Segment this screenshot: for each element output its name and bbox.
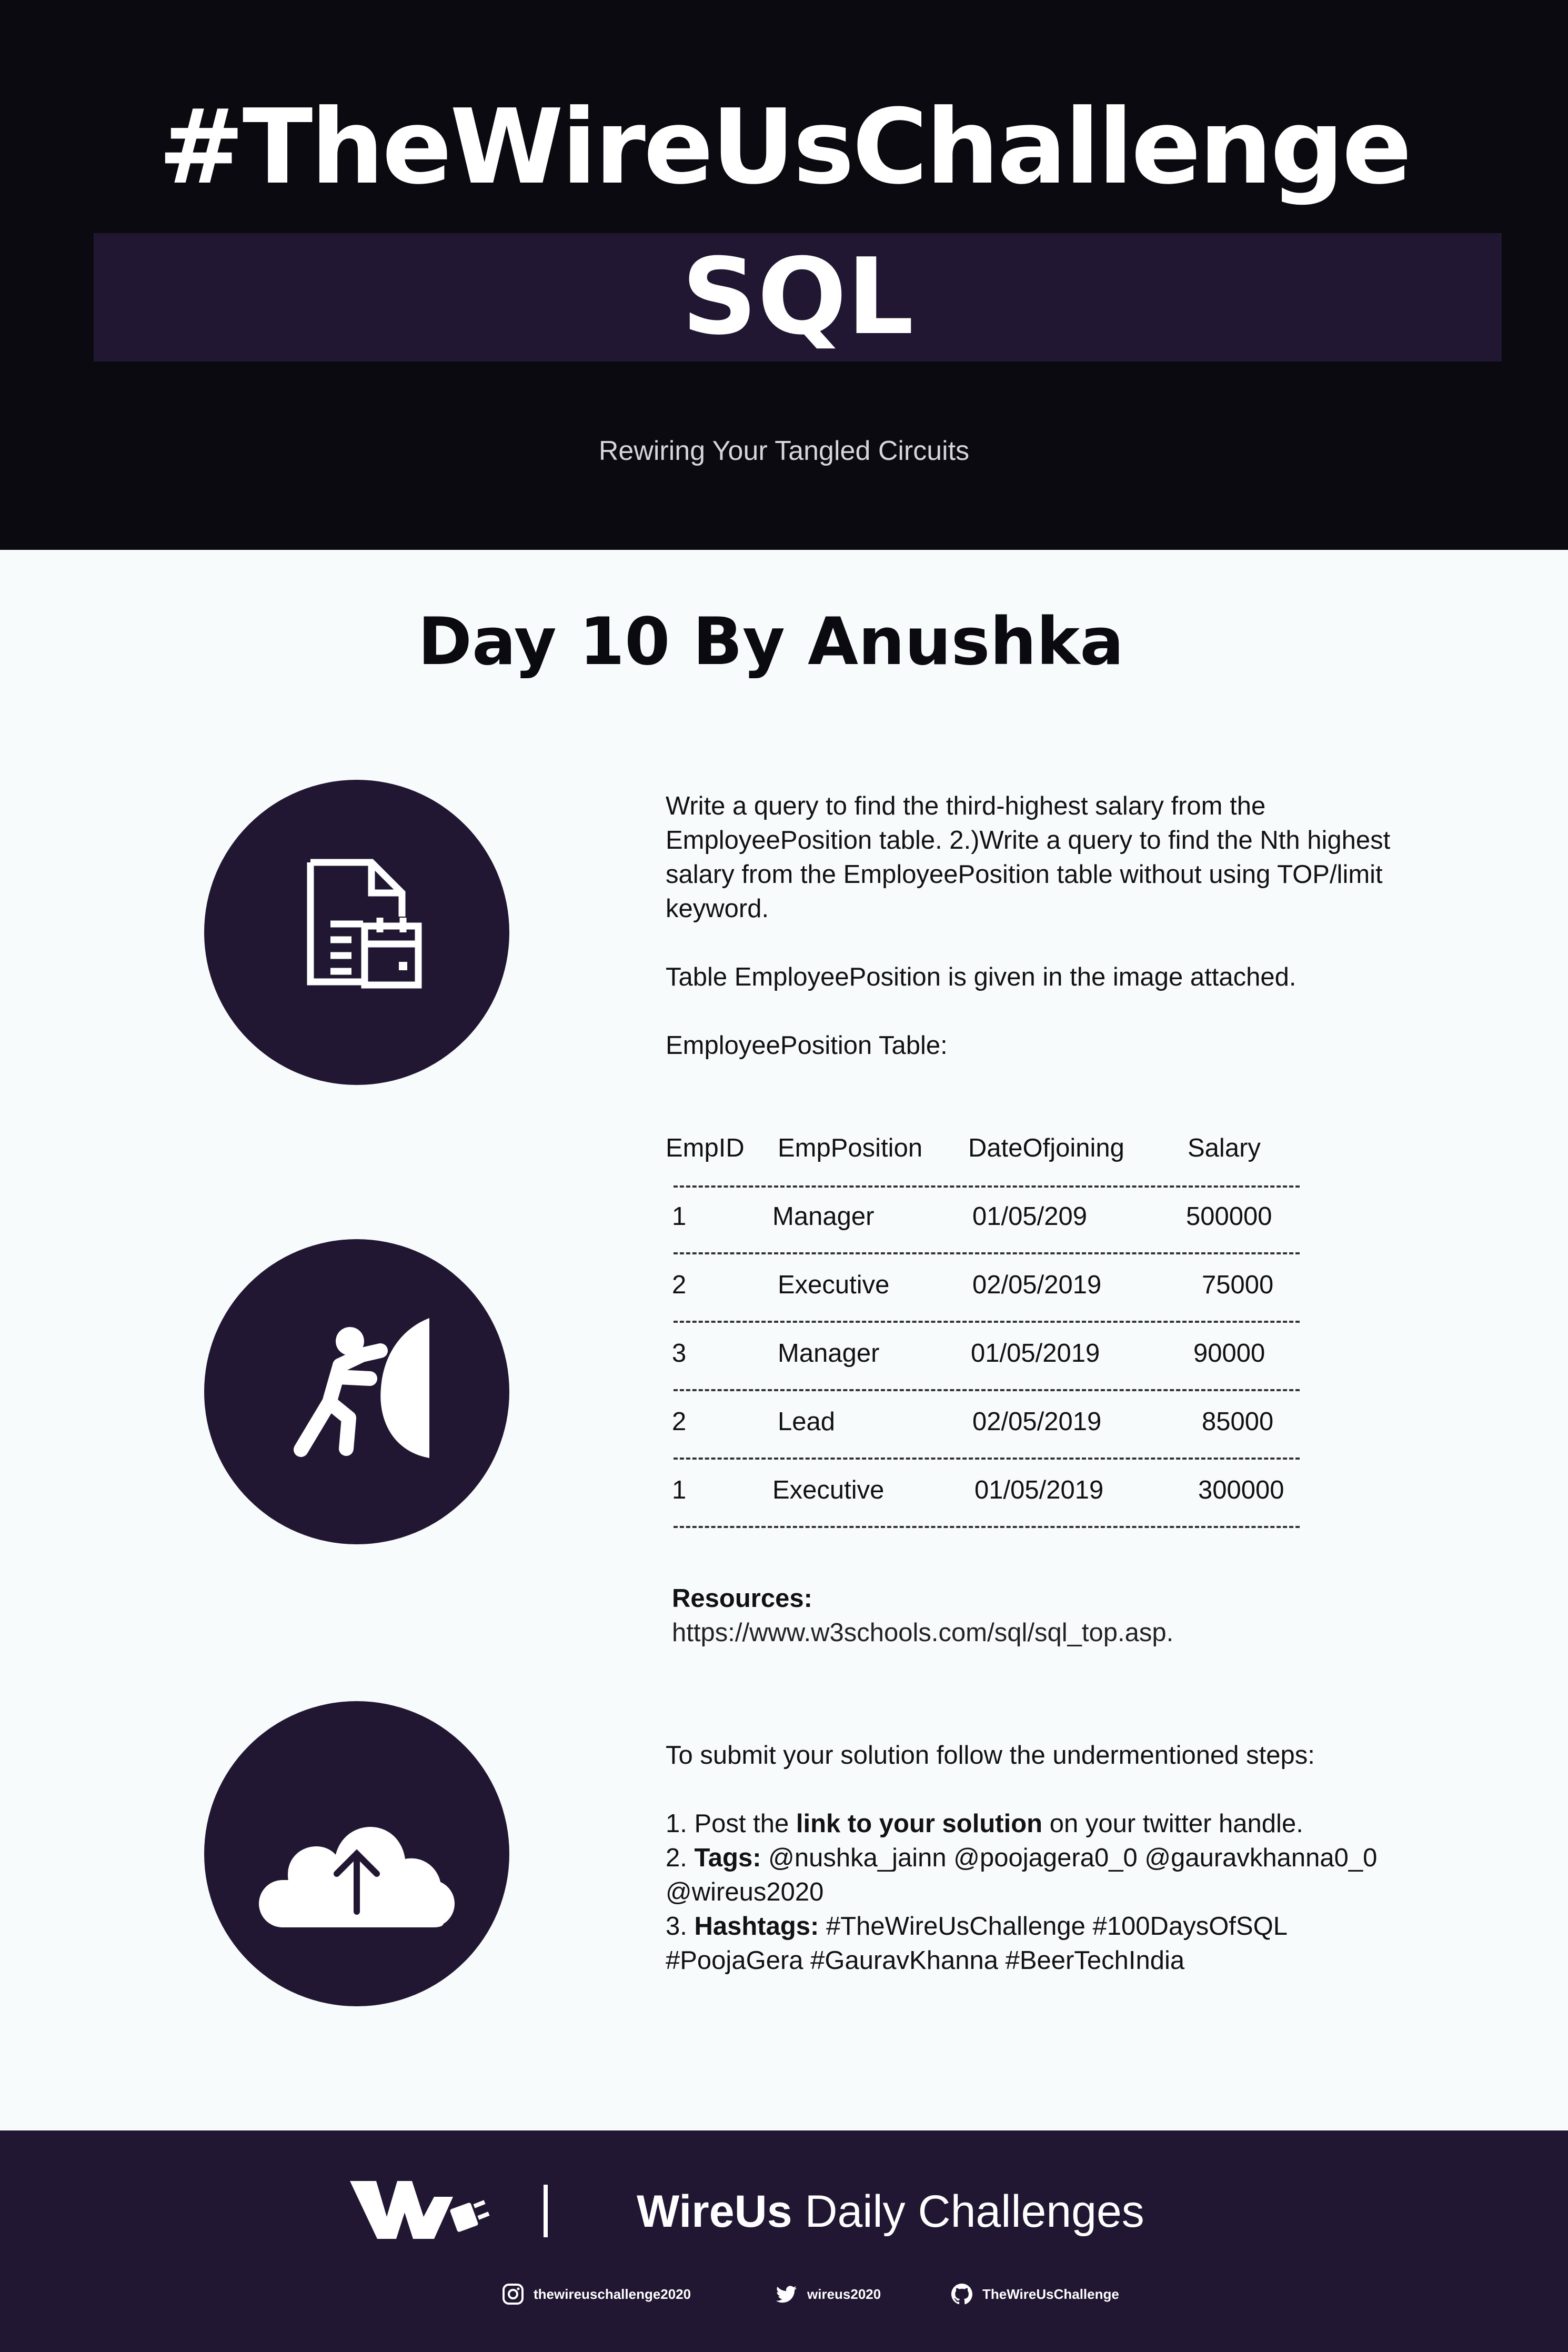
table-cell: 1 — [672, 1202, 687, 1231]
table-cell: 1 — [672, 1476, 687, 1504]
github-handle: TheWireUsChallenge — [982, 2286, 1119, 2302]
table-cell: 01/05/209 — [972, 1202, 1087, 1231]
table-divider — [674, 1321, 1300, 1323]
submit-intro: To submit your solution follow the under… — [666, 1741, 1315, 1770]
wireus-logo-mark — [350, 2181, 490, 2239]
challenge-icon-circle — [204, 1239, 509, 1544]
table-cell: Manager — [772, 1202, 875, 1231]
footer-divider — [544, 2185, 548, 2237]
day-title: Day 10 By Anushka — [418, 604, 1124, 680]
task-icon-circle — [204, 780, 509, 1085]
submit-step-3: 3. Hashtags: #TheWireUsChallenge #100Day… — [666, 1912, 1287, 1975]
submit-instructions: To submit your solution follow the under… — [666, 1738, 1423, 1978]
table-cell: 85000 — [1202, 1408, 1274, 1436]
table-caption: EmployeePosition Table: — [666, 1031, 948, 1060]
twitter-link[interactable]: wireus2020 — [775, 2282, 881, 2306]
person-pushing-wall-icon — [294, 1318, 429, 1458]
submit-step-1: 1. Post the link to your solution on you… — [666, 1810, 1303, 1838]
table-cell: 02/05/2019 — [972, 1271, 1102, 1299]
table-divider — [674, 1458, 1300, 1460]
table-cell: 500000 — [1186, 1202, 1272, 1231]
table-cell: 02/05/2019 — [972, 1408, 1102, 1436]
column-header: EmpPosition — [778, 1134, 923, 1162]
column-header: EmpID — [666, 1134, 745, 1162]
footer — [0, 2130, 1568, 2352]
table-divider — [674, 1389, 1300, 1391]
tagline: Rewiring Your Tangled Circuits — [598, 436, 970, 466]
table-divider — [674, 1252, 1300, 1254]
footer-brand: WireUs Daily Challenges — [637, 2186, 1144, 2237]
submit-icon-circle — [204, 1701, 509, 2006]
table-cell: 01/05/2019 — [971, 1339, 1100, 1368]
resources-link[interactable]: https://www.w3schools.com/sql/sql_top.as… — [672, 1616, 1173, 1650]
submit-step-2: 2. Tags: @nushka_jainn @poojagera0_0 @ga… — [666, 1844, 1378, 1906]
cloud-upload-icon — [259, 1826, 455, 1927]
challenge-title: #TheWireUsChallenge — [158, 87, 1412, 207]
table-cell: 300000 — [1198, 1476, 1284, 1504]
instagram-handle: thewireuschallenge2020 — [534, 2286, 691, 2302]
table-cell: 75000 — [1202, 1271, 1274, 1299]
task-note: Table EmployeePosition is given in the i… — [666, 963, 1296, 991]
table-cell: 2 — [672, 1271, 687, 1299]
subject-title: SQL — [681, 236, 914, 358]
document-calendar-icon — [307, 859, 422, 989]
subject-band: SQL — [94, 233, 1502, 361]
table-divider — [674, 1526, 1300, 1528]
table-cell: Lead — [778, 1408, 836, 1436]
header-banner: #TheWireUsChallenge SQL Rewiring Your Ta… — [0, 0, 1568, 550]
table-divider — [674, 1185, 1300, 1188]
twitter-handle: wireus2020 — [807, 2286, 881, 2302]
instagram-icon — [502, 2284, 524, 2305]
column-header: DateOfjoining — [968, 1134, 1124, 1162]
github-icon — [951, 2284, 972, 2305]
task-description: Write a query to find the third-highest … — [666, 789, 1413, 1097]
instagram-link[interactable]: thewireuschallenge2020 — [501, 2282, 691, 2306]
column-header: Salary — [1188, 1134, 1261, 1162]
twitter-icon — [776, 2286, 797, 2303]
table-cell: Manager — [778, 1339, 880, 1368]
wireus-logo — [350, 2176, 492, 2247]
table-cell: 90000 — [1193, 1339, 1265, 1368]
task-question: Write a query to find the third-highest … — [666, 792, 1391, 923]
table-cell: Executive — [772, 1476, 884, 1504]
table-cell: Executive — [778, 1271, 890, 1299]
table-cell: 01/05/2019 — [974, 1476, 1104, 1504]
resources-label: Resources: — [672, 1584, 812, 1613]
table-cell: 3 — [672, 1339, 687, 1368]
table-cell: 2 — [672, 1408, 687, 1436]
github-link[interactable]: TheWireUsChallenge — [950, 2282, 1119, 2306]
